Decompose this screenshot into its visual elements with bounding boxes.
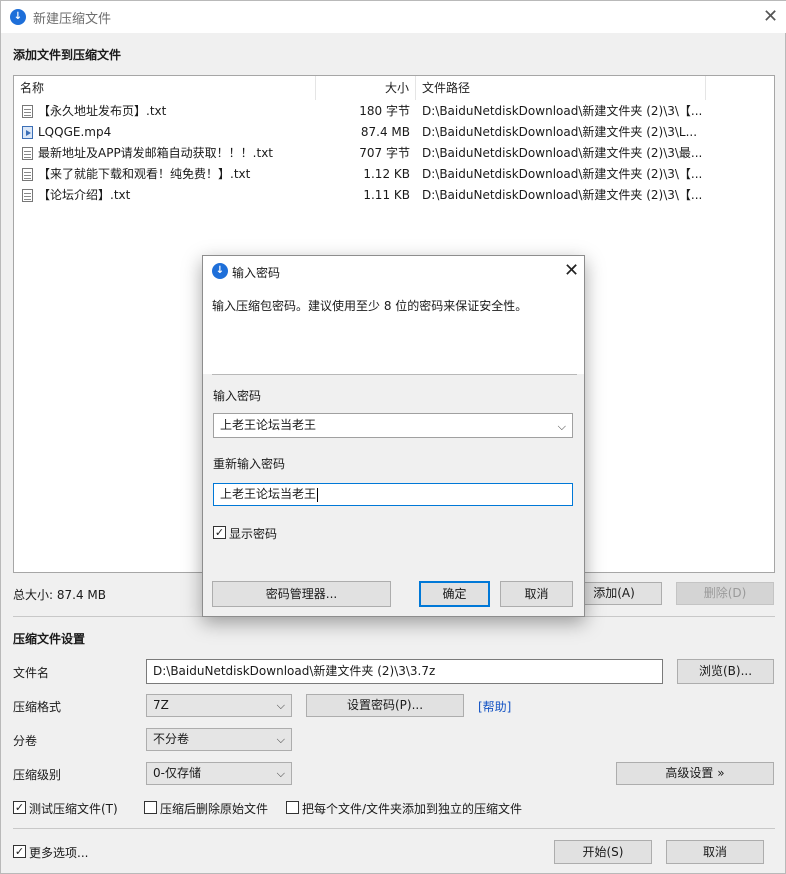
- file-size: 87.4 MB: [360, 125, 410, 139]
- separate-archives-label[interactable]: 把每个文件/文件夹添加到独立的压缩文件: [302, 800, 522, 817]
- password-label: 输入密码: [213, 389, 262, 403]
- test-archive-checkbox[interactable]: ✓: [13, 801, 26, 814]
- confirm-password-value: 上老王论坛当老王: [220, 487, 317, 501]
- file-name: LQQGE.mp4: [38, 125, 112, 139]
- format-select[interactable]: 7Z ⌵: [146, 694, 292, 717]
- password-dialog: ↓ 输入密码 ✕ 输入压缩包密码。建议使用至少 8 位的密码来保证安全性。 输入…: [202, 255, 585, 617]
- set-password-button[interactable]: 设置密码(P)...: [306, 694, 464, 717]
- text-cursor: [317, 487, 319, 502]
- delete-button[interactable]: 删除(D): [676, 582, 774, 605]
- text-file-icon: [22, 189, 33, 202]
- text-file-icon: [22, 168, 33, 181]
- title-bar: ↓ 新建压缩文件 ✕: [1, 1, 786, 33]
- close-icon[interactable]: ✕: [763, 8, 778, 26]
- delete-after-label[interactable]: 压缩后删除原始文件: [160, 800, 268, 817]
- format-value: 7Z: [153, 698, 169, 712]
- file-path: D:\BaiduNetdiskDownload\新建文件夹 (2)\3\【...: [422, 167, 703, 181]
- text-file-icon: [22, 105, 33, 118]
- chevron-down-icon[interactable]: ⌵: [558, 415, 566, 438]
- split-select[interactable]: 不分卷 ⌵: [146, 728, 292, 751]
- divider: [13, 828, 775, 829]
- app-logo-icon: ↓: [212, 263, 228, 279]
- filename-label: 文件名: [13, 666, 50, 680]
- show-password-checkbox[interactable]: ✓: [213, 526, 226, 539]
- table-row[interactable]: 【论坛介绍】.txt 1.11 KB D:\BaiduNetdiskDownlo…: [14, 185, 774, 206]
- file-path: D:\BaiduNetdiskDownload\新建文件夹 (2)\3\最...: [422, 146, 703, 160]
- password-input[interactable]: 上老王论坛当老王 ⌵: [213, 413, 573, 438]
- dialog-close-icon[interactable]: ✕: [564, 262, 579, 280]
- level-select[interactable]: 0-仅存储 ⌵: [146, 762, 292, 785]
- file-size: 707 字节: [359, 146, 410, 160]
- table-row[interactable]: 最新地址及APP请发邮箱自动获取！！！.txt 707 字节 D:\BaiduN…: [14, 143, 774, 164]
- dialog-title-bar: ↓ 输入密码 ✕: [203, 256, 584, 286]
- file-size: 180 字节: [359, 104, 410, 118]
- level-value: 0-仅存储: [153, 766, 201, 780]
- confirm-password-input[interactable]: 上老王论坛当老王: [213, 483, 573, 506]
- dialog-title: 输入密码: [232, 266, 281, 280]
- chevron-down-icon: ⌵: [276, 767, 285, 780]
- file-size: 1.12 KB: [363, 167, 410, 181]
- file-name: 最新地址及APP请发邮箱自动获取！！！.txt: [38, 146, 274, 160]
- level-label: 压缩级别: [13, 768, 62, 782]
- help-link[interactable]: [帮助]: [478, 698, 511, 715]
- start-button[interactable]: 开始(S): [554, 840, 652, 864]
- chevron-down-icon: ⌵: [276, 699, 285, 712]
- more-options-label[interactable]: 更多选项...: [29, 844, 88, 861]
- window-title: 新建压缩文件: [33, 12, 112, 27]
- separate-archives-checkbox[interactable]: [286, 801, 299, 814]
- file-size: 1.11 KB: [363, 188, 410, 202]
- settings-section-title: 压缩文件设置: [13, 632, 86, 646]
- add-section-title: 添加文件到压缩文件: [13, 48, 122, 62]
- confirm-password-label: 重新输入密码: [213, 457, 286, 471]
- app-logo-icon: ↓: [10, 9, 26, 25]
- file-name: 【来了就能下载和观看！纯免费！】.txt: [38, 167, 251, 181]
- text-file-icon: [22, 147, 33, 160]
- file-path: D:\BaiduNetdiskDownload\新建文件夹 (2)\3\【...: [422, 104, 703, 118]
- split-label: 分卷: [13, 734, 38, 748]
- dialog-cancel-button[interactable]: 取消: [500, 581, 573, 607]
- cancel-button[interactable]: 取消: [666, 840, 764, 864]
- file-name: 【永久地址发布页】.txt: [38, 104, 167, 118]
- table-row[interactable]: 【来了就能下载和观看！纯免费！】.txt 1.12 KB D:\BaiduNet…: [14, 164, 774, 185]
- divider: [212, 374, 577, 375]
- total-size: 总大小: 87.4 MB: [13, 588, 106, 602]
- split-value: 不分卷: [153, 732, 190, 746]
- table-row[interactable]: LQQGE.mp4 87.4 MB D:\BaiduNetdiskDownloa…: [14, 122, 774, 143]
- password-value: 上老王论坛当老王: [220, 418, 317, 432]
- chevron-down-icon: ⌵: [276, 733, 285, 746]
- ok-button[interactable]: 确定: [419, 581, 490, 607]
- advanced-settings-button[interactable]: 高级设置 »: [616, 762, 774, 785]
- password-manager-button[interactable]: 密码管理器...: [212, 581, 391, 607]
- browse-button[interactable]: 浏览(B)...: [677, 659, 774, 684]
- dialog-description: 输入压缩包密码。建议使用至少 8 位的密码来保证安全性。: [212, 299, 528, 313]
- column-header-size[interactable]: 大小: [316, 76, 416, 100]
- test-archive-label[interactable]: 测试压缩文件(T): [29, 800, 118, 817]
- show-password-label[interactable]: 显示密码: [229, 525, 277, 542]
- column-header-name[interactable]: 名称: [14, 76, 316, 100]
- file-path: D:\BaiduNetdiskDownload\新建文件夹 (2)\3\L...: [422, 125, 698, 139]
- format-label: 压缩格式: [13, 700, 62, 714]
- column-header-path[interactable]: 文件路径: [416, 76, 706, 100]
- filename-input[interactable]: D:\BaiduNetdiskDownload\新建文件夹 (2)\3\3.7z: [146, 659, 663, 684]
- dialog-description-area: 输入压缩包密码。建议使用至少 8 位的密码来保证安全性。: [203, 286, 584, 374]
- file-name: 【论坛介绍】.txt: [38, 188, 131, 202]
- file-path: D:\BaiduNetdiskDownload\新建文件夹 (2)\3\【...: [422, 188, 703, 202]
- table-row[interactable]: 【永久地址发布页】.txt 180 字节 D:\BaiduNetdiskDown…: [14, 101, 774, 122]
- delete-after-checkbox[interactable]: [144, 801, 157, 814]
- video-file-icon: [22, 126, 33, 139]
- more-options-checkbox[interactable]: ✓: [13, 845, 26, 858]
